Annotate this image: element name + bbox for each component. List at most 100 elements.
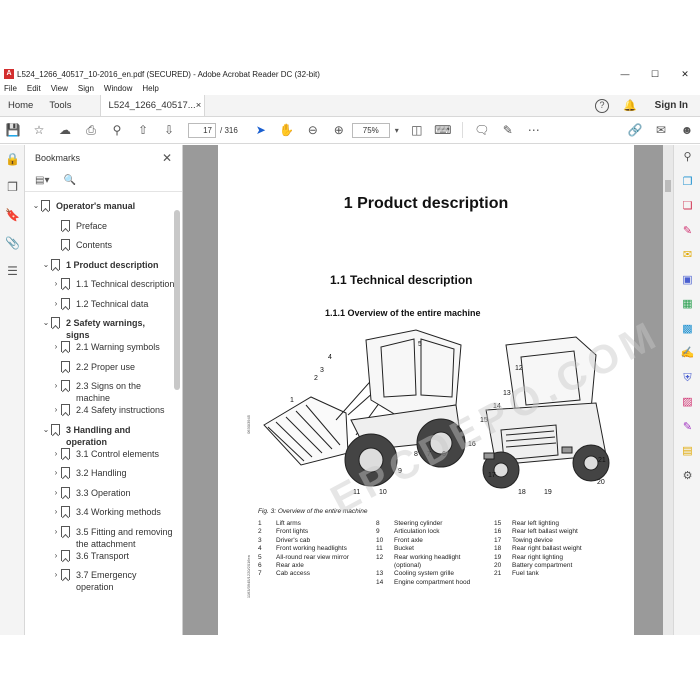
select-cursor-icon[interactable]: ➤ — [248, 123, 274, 137]
sign-in-link[interactable]: Sign In — [655, 100, 688, 111]
chevron-right-icon[interactable]: › — [51, 467, 61, 479]
bookmark-item[interactable]: Preface — [25, 219, 182, 240]
send-for-review-icon[interactable]: ▤ — [674, 439, 700, 464]
bookmark-item[interactable]: Contents — [25, 239, 182, 259]
tab-close-icon[interactable]: × — [196, 100, 202, 111]
page-thumbnails-icon[interactable]: ❐ — [0, 173, 25, 201]
maximize-button[interactable]: ☐ — [640, 66, 670, 82]
legend-number: 13 — [376, 570, 384, 578]
bookmark-item[interactable]: › 2.4 Safety instructions — [25, 404, 182, 424]
bookmark-item[interactable]: › 3.7 Emergency operation — [25, 569, 182, 593]
chevron-right-icon[interactable]: › — [51, 341, 61, 353]
bookmark-item[interactable]: 2.2 Proper use — [25, 360, 182, 381]
minimize-button[interactable]: — — [610, 66, 640, 82]
options-menu-icon[interactable]: ▤▾ — [35, 175, 49, 186]
upload-cloud-icon[interactable]: ☁ — [52, 123, 78, 137]
page-up-icon[interactable]: ⇧ — [130, 123, 156, 137]
fill-sign-icon[interactable]: ✍ — [674, 341, 700, 366]
chevron-down-icon[interactable]: ⌄ — [41, 259, 51, 271]
bookmark-icon[interactable]: 🔖 — [0, 201, 25, 229]
zoom-search-icon[interactable]: ⚲ — [104, 123, 130, 137]
more-tools-icon[interactable]: ⚙ — [674, 464, 700, 489]
prepare-form-icon[interactable]: ✎ — [674, 415, 700, 440]
bookmark-item[interactable]: › 2.1 Warning symbols — [25, 341, 182, 361]
chevron-right-icon[interactable]: › — [51, 298, 61, 310]
comment-icon[interactable]: 🗨 — [469, 123, 495, 137]
chevron-down-icon[interactable]: ⌄ — [41, 424, 51, 436]
bookmark-item[interactable]: › 3.3 Operation — [25, 486, 182, 507]
chevron-right-icon[interactable]: › — [51, 278, 61, 290]
bookmark-item[interactable]: › 1.2 Technical data — [25, 297, 182, 318]
bookmark-item[interactable]: › 2.3 Signs on the machine — [25, 380, 182, 404]
document-scrollbar[interactable] — [663, 145, 673, 635]
hand-tool-icon[interactable]: ✋ — [274, 123, 300, 137]
tab-home[interactable]: Home — [0, 95, 41, 116]
create-pdf-icon[interactable]: ❏ — [674, 194, 700, 219]
legend-number — [376, 562, 394, 570]
close-button[interactable]: ✕ — [670, 66, 700, 82]
bookmark-item[interactable]: ⌄ 2 Safety warnings, signs — [25, 317, 182, 341]
chevron-right-icon[interactable]: › — [51, 506, 61, 518]
zoom-level-select[interactable]: 75% — [351, 122, 390, 138]
menu-file[interactable]: File — [4, 84, 17, 93]
bookmark-item[interactable]: ⌄ 1 Product description — [25, 258, 182, 279]
bookmark-item[interactable]: › 3.4 Working methods — [25, 506, 182, 526]
star-icon[interactable]: ☆ — [26, 123, 52, 137]
zoom-out-icon[interactable]: ⊖ — [300, 123, 326, 137]
menu-sign[interactable]: Sign — [78, 84, 94, 93]
chevron-right-icon[interactable]: › — [51, 550, 61, 562]
link-icon[interactable]: 🔗 — [622, 123, 648, 137]
find-bookmark-icon[interactable]: 🔍 — [63, 175, 75, 186]
highlight-pen-icon[interactable]: ✎ — [495, 123, 521, 137]
tab-document[interactable]: L524_1266_40517... × — [99, 95, 205, 116]
chevron-right-icon[interactable]: › — [51, 526, 61, 538]
chevron-right-icon[interactable]: › — [51, 380, 61, 392]
help-icon[interactable]: ? — [594, 98, 609, 113]
bookmarks-scrollbar[interactable] — [174, 210, 180, 390]
organize-pages-icon[interactable]: ▦ — [674, 292, 700, 317]
print-icon[interactable]: ⎙ — [78, 123, 104, 138]
search-icon[interactable]: ⚲ — [674, 145, 700, 170]
page-down-icon[interactable]: ⇩ — [156, 123, 182, 137]
layers-icon[interactable]: ☰ — [0, 257, 25, 285]
bookmark-item[interactable]: ⌄ Operator's manual — [25, 200, 182, 220]
menu-window[interactable]: Window — [104, 84, 132, 93]
redact-icon[interactable]: ▨ — [674, 390, 700, 415]
bookmark-item[interactable]: › 3.1 Control elements — [25, 447, 182, 468]
combine-files-icon[interactable]: ▣ — [674, 268, 700, 293]
bell-icon[interactable]: 🔔 — [623, 99, 637, 112]
bookmark-item[interactable]: › 3.2 Handling — [25, 467, 182, 487]
menu-edit[interactable]: Edit — [27, 84, 41, 93]
save-icon[interactable]: 💾 — [0, 123, 26, 137]
comment-tool-icon[interactable]: ✉ — [674, 243, 700, 268]
chevron-right-icon[interactable]: › — [51, 487, 61, 499]
user-icon[interactable]: ☻ — [674, 123, 700, 137]
tab-tools[interactable]: Tools — [41, 95, 79, 116]
bookmark-item[interactable]: › 3.5 Fitting and removing the attachment — [25, 525, 182, 550]
email-icon[interactable]: ✉ — [648, 123, 674, 137]
page-number-input[interactable]: 17 — [188, 122, 216, 138]
chevron-down-icon[interactable]: ⌄ — [31, 200, 41, 212]
chevron-right-icon[interactable]: › — [51, 448, 61, 460]
scrollbar-thumb[interactable] — [665, 180, 671, 192]
keyboard-icon[interactable]: ⌨ — [430, 123, 456, 137]
menu-help[interactable]: Help — [142, 84, 158, 93]
bookmark-item[interactable]: › 3.6 Transport — [25, 549, 182, 570]
export-pdf-icon[interactable]: ❐ — [674, 170, 700, 195]
bookmark-item[interactable]: ⌄ 3 Handling and operation — [25, 423, 182, 448]
attachment-icon[interactable]: 📎 — [0, 229, 25, 257]
chevron-down-icon[interactable]: ▾ — [390, 126, 404, 135]
menu-view[interactable]: View — [51, 84, 68, 93]
close-panel-icon[interactable]: ✕ — [162, 151, 172, 165]
protect-icon[interactable]: ⛨ — [674, 366, 700, 391]
zoom-in-icon[interactable]: ⊕ — [326, 123, 352, 137]
scan-ocr-icon[interactable]: ▩ — [674, 317, 700, 342]
chevron-right-icon[interactable]: › — [51, 569, 61, 581]
more-options-icon[interactable]: ⋯ — [521, 123, 547, 137]
edit-pdf-icon[interactable]: ✎ — [674, 219, 700, 244]
chevron-right-icon[interactable]: › — [51, 404, 61, 416]
chevron-down-icon[interactable]: ⌄ — [41, 317, 51, 329]
fit-page-icon[interactable]: ◫ — [404, 123, 430, 137]
lock-icon[interactable]: 🔒 — [0, 145, 25, 173]
bookmark-item[interactable]: › 1.1 Technical description — [25, 278, 182, 298]
